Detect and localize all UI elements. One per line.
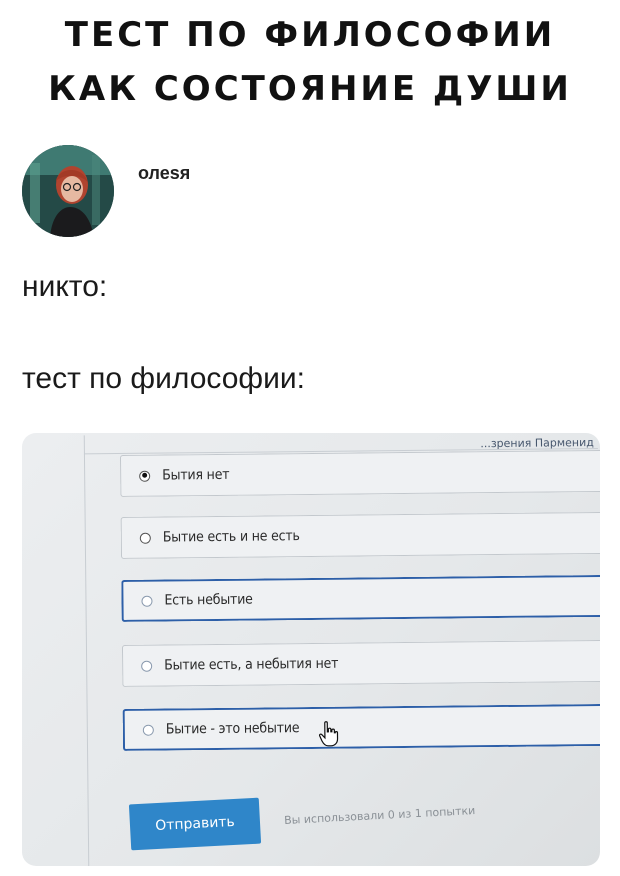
answer-label: Есть небытие	[164, 591, 253, 609]
answer-option-1[interactable]: Бытия нет	[119, 449, 600, 497]
answer-option-5[interactable]: Бытие - это небытие	[122, 703, 600, 751]
answer-option-2[interactable]: Бытие есть и не есть	[120, 511, 600, 559]
answer-label: Бытие - это небытие	[165, 720, 300, 738]
radio-empty-icon[interactable]	[139, 532, 151, 544]
username[interactable]: олеsя	[138, 163, 190, 184]
answer-option-4[interactable]: Бытие есть, а небытия нет	[121, 639, 600, 687]
avatar-photo	[22, 145, 114, 237]
meme-title: ТЕСТ ПО ФИЛОСОФИИ КАК СОСТОЯНИЕ ДУШИ	[0, 8, 620, 116]
answer-label: Бытие есть и не есть	[162, 528, 300, 546]
caption-nobody: никто:	[22, 270, 108, 303]
radio-checked-icon[interactable]	[139, 470, 151, 482]
answer-option-3[interactable]: Есть небытие	[121, 574, 600, 622]
avatar[interactable]	[22, 145, 114, 237]
submit-button[interactable]: Отправить	[128, 797, 262, 851]
radio-empty-icon[interactable]	[142, 724, 154, 736]
left-divider	[83, 435, 90, 866]
radio-empty-icon[interactable]	[141, 660, 153, 672]
hand-pointer-cursor-icon	[318, 721, 339, 747]
title-line-2: КАК СОСТОЯНИЕ ДУШИ	[48, 69, 572, 109]
answer-label: Бытия нет	[162, 466, 230, 484]
answer-label: Бытие есть, а небытия нет	[164, 655, 339, 674]
radio-empty-icon[interactable]	[141, 595, 153, 607]
title-line-1: ТЕСТ ПО ФИЛОСОФИИ	[64, 15, 556, 55]
caption-philosophy-test: тест по философии:	[22, 362, 305, 395]
quiz-photo: ...зрения Парменид Бытия нет Бытие есть …	[22, 433, 600, 866]
quiz-form: ...зрения Парменид Бытия нет Бытие есть …	[22, 433, 600, 866]
